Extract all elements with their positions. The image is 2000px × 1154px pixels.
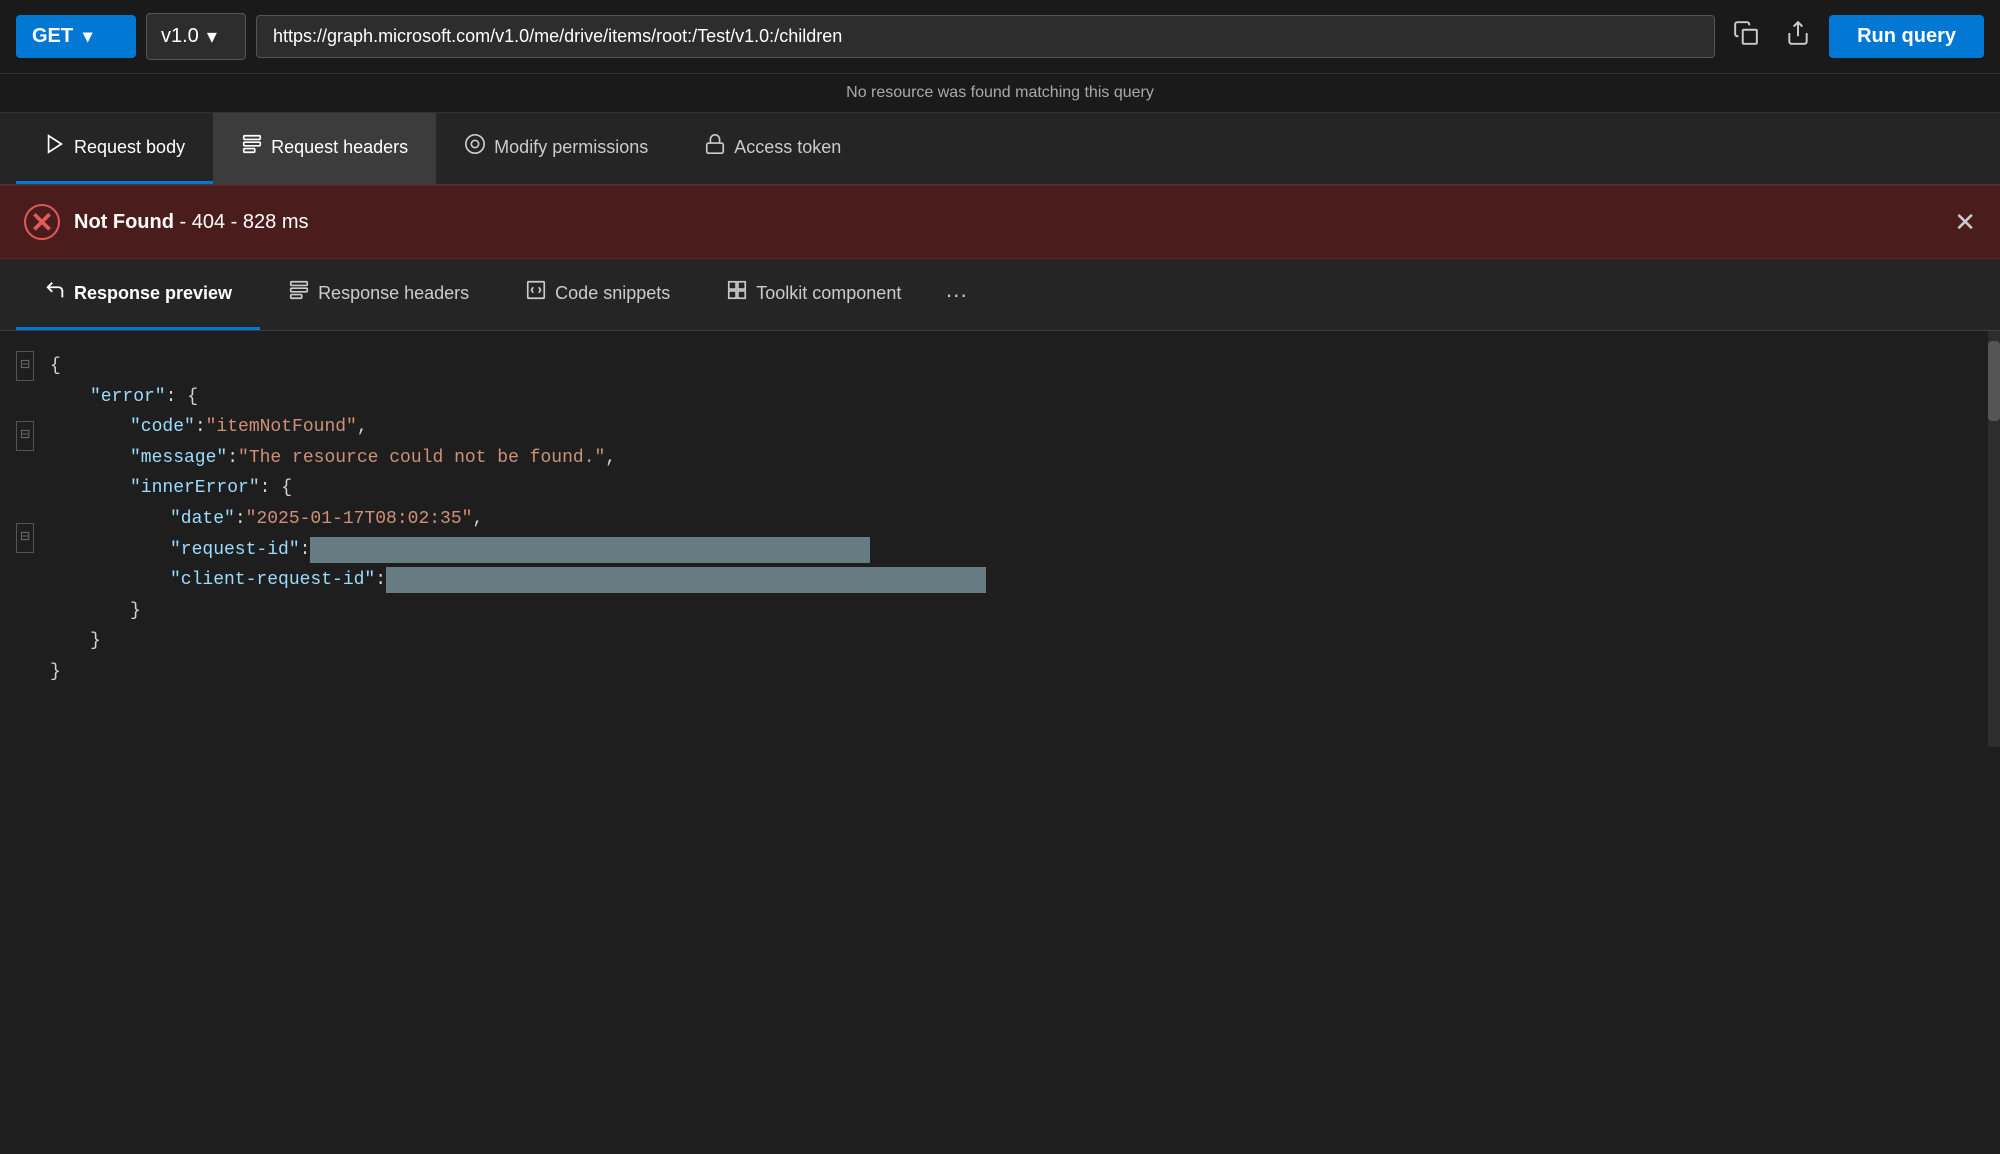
response-headers-icon: [288, 279, 310, 307]
tab-access-token-label: Access token: [734, 137, 841, 158]
response-preview-icon: [44, 279, 66, 307]
tab-request-headers-label: Request headers: [271, 137, 408, 158]
json-line-4: "message" : "The resource could not be f…: [130, 443, 1980, 474]
version-label: v1.0: [161, 25, 199, 48]
version-dropdown[interactable]: v1.0 ▾: [146, 13, 246, 60]
tab-response-headers[interactable]: Response headers: [260, 259, 497, 330]
code-snippets-icon: [525, 279, 547, 307]
request-headers-icon: [241, 133, 263, 161]
copy-url-button[interactable]: [1725, 12, 1767, 61]
tab-modify-permissions[interactable]: Modify permissions: [436, 113, 676, 184]
request-tabs-bar: Request body Request headers Modify perm…: [0, 113, 2000, 185]
vertical-scrollbar[interactable]: [1988, 331, 2000, 747]
error-circle-icon: ✕: [24, 204, 60, 240]
no-resource-message: No resource was found matching this quer…: [0, 74, 2000, 113]
method-chevron-icon: ▾: [83, 26, 92, 47]
close-error-button[interactable]: ✕: [1954, 207, 1976, 238]
toolkit-component-icon: [726, 279, 748, 307]
json-line-10: }: [90, 626, 1980, 657]
json-line-3: "code" : "itemNotFound" ,: [130, 412, 1980, 443]
json-line-11: }: [50, 657, 1980, 688]
json-line-7: "request-id" :: [170, 535, 1980, 566]
tab-modify-permissions-label: Modify permissions: [494, 137, 648, 158]
error-banner: ✕ Not Found - 404 - 828 ms ✕: [0, 185, 2000, 259]
json-line-5: "innerError" : {: [130, 473, 1980, 504]
tab-request-headers[interactable]: Request headers: [213, 113, 436, 184]
tab-code-snippets-label: Code snippets: [555, 283, 670, 304]
line-numbers: ⊟ ⊟ ⊟: [0, 351, 50, 727]
tab-request-body-label: Request body: [74, 137, 185, 158]
tab-access-token[interactable]: Access token: [676, 113, 869, 184]
modify-permissions-icon: [464, 133, 486, 161]
response-code-area: ⊟ ⊟ ⊟ { "error" :: [0, 331, 2000, 747]
scrollbar-thumb[interactable]: [1988, 341, 2000, 421]
version-chevron-icon: ▾: [207, 24, 217, 49]
response-tabs-bar: Response preview Response headers Code s…: [0, 259, 2000, 331]
tab-response-headers-label: Response headers: [318, 283, 469, 304]
more-tabs-button[interactable]: ···: [929, 262, 983, 328]
request-body-icon: [44, 133, 66, 161]
tab-response-preview[interactable]: Response preview: [16, 259, 260, 330]
tab-toolkit-component[interactable]: Toolkit component: [698, 259, 929, 330]
json-viewer[interactable]: ⊟ ⊟ ⊟ { "error" :: [0, 331, 2000, 747]
error-message: Not Found - 404 - 828 ms: [74, 211, 308, 234]
tab-request-body[interactable]: Request body: [16, 113, 213, 184]
json-line-9: }: [130, 596, 1980, 627]
tab-toolkit-component-label: Toolkit component: [756, 283, 901, 304]
access-token-icon: [704, 133, 726, 161]
top-bar: GET ▾ v1.0 ▾ Run query: [0, 0, 2000, 74]
json-code-content: { "error" : { "code" : "itemNotFound" , …: [50, 351, 2000, 727]
share-button[interactable]: [1777, 12, 1819, 61]
run-query-button[interactable]: Run query: [1829, 15, 1984, 58]
tab-code-snippets[interactable]: Code snippets: [497, 259, 698, 330]
json-line-6: "date" : "2025-01-17T08:02:35" ,: [170, 504, 1980, 535]
url-input[interactable]: [256, 15, 1715, 58]
method-label: GET: [32, 25, 73, 48]
json-line-8: "client-request-id" :: [170, 565, 1980, 596]
json-line-2: "error" : {: [90, 382, 1980, 413]
json-line-1: {: [50, 351, 1980, 382]
tab-response-preview-label: Response preview: [74, 283, 232, 304]
method-dropdown[interactable]: GET ▾: [16, 15, 136, 58]
